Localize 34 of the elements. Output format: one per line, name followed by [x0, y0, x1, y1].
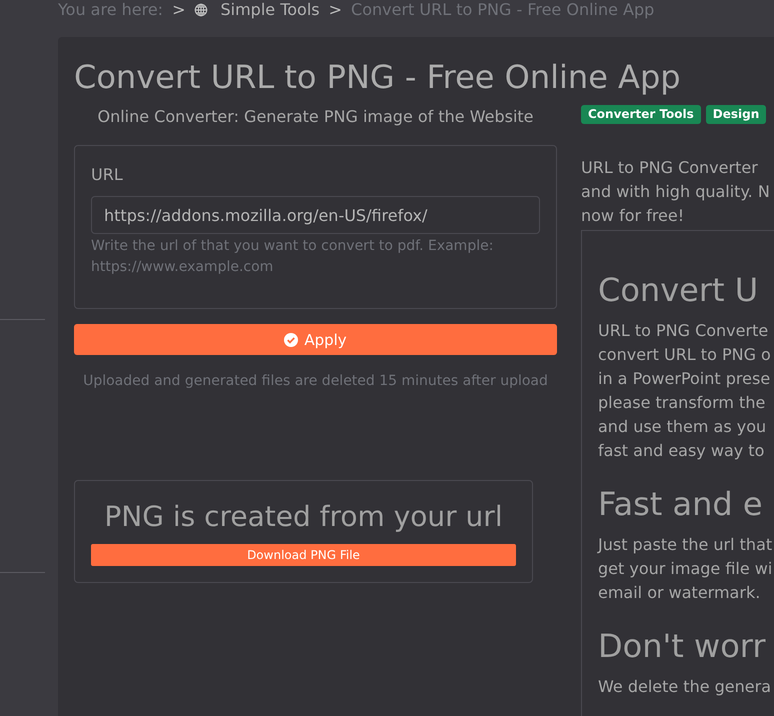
article-text: in a PowerPoint prese: [598, 368, 770, 390]
article-heading: Fast and e: [598, 485, 763, 523]
page-title: Convert URL to PNG - Free Online App: [74, 59, 682, 95]
breadcrumb-separator: >: [172, 0, 186, 19]
article-text: convert URL to PNG o: [598, 344, 771, 366]
article-text: get your image file wi: [598, 558, 772, 580]
breadcrumb-link[interactable]: Simple Tools: [220, 0, 320, 19]
download-button[interactable]: Download PNG File: [91, 544, 516, 566]
apply-button[interactable]: Apply: [74, 324, 557, 355]
article-text: email or watermark.: [598, 582, 760, 604]
breadcrumb-label: You are here:: [58, 0, 164, 19]
article-text: fast and easy way to: [598, 440, 764, 462]
tag-link[interactable]: Converter Tools: [581, 105, 701, 124]
result-heading: PNG is created from your url: [104, 500, 503, 534]
upload-note: Uploaded and generated files are deleted 15 minutes after upload: [83, 372, 548, 391]
intro-text: URL to PNG Converter: [581, 157, 759, 179]
article-heading: Don't worr: [598, 627, 766, 665]
breadcrumb-current: Convert URL to PNG - Free Online App: [351, 0, 654, 19]
article-text: We delete the genera: [598, 676, 772, 698]
url-field[interactable]: https://addons.mozilla.org/en-US/firefox/: [91, 196, 540, 234]
tag-link[interactable]: Design: [706, 105, 766, 124]
breadcrumb-separator: >: [328, 0, 342, 19]
intro-text: now for free!: [581, 205, 686, 227]
check-circle-icon: [284, 332, 298, 346]
article-text: Just paste the url that: [598, 534, 772, 556]
article-text: and use them as you: [598, 416, 766, 438]
form-subtitle: Online Converter: Generate PNG image of the Website: [97, 106, 534, 128]
article-text: URL to PNG Converte: [598, 320, 768, 342]
article-text: please transform the: [598, 392, 766, 414]
field-label: URL: [91, 164, 124, 186]
intro-text: and with high quality. N: [581, 181, 770, 203]
help-text: Write the url of that you want to convert to pdf. Example: https://www.example.com: [91, 237, 494, 277]
globe-icon: [194, 2, 208, 16]
article-heading: Convert U: [598, 271, 758, 309]
